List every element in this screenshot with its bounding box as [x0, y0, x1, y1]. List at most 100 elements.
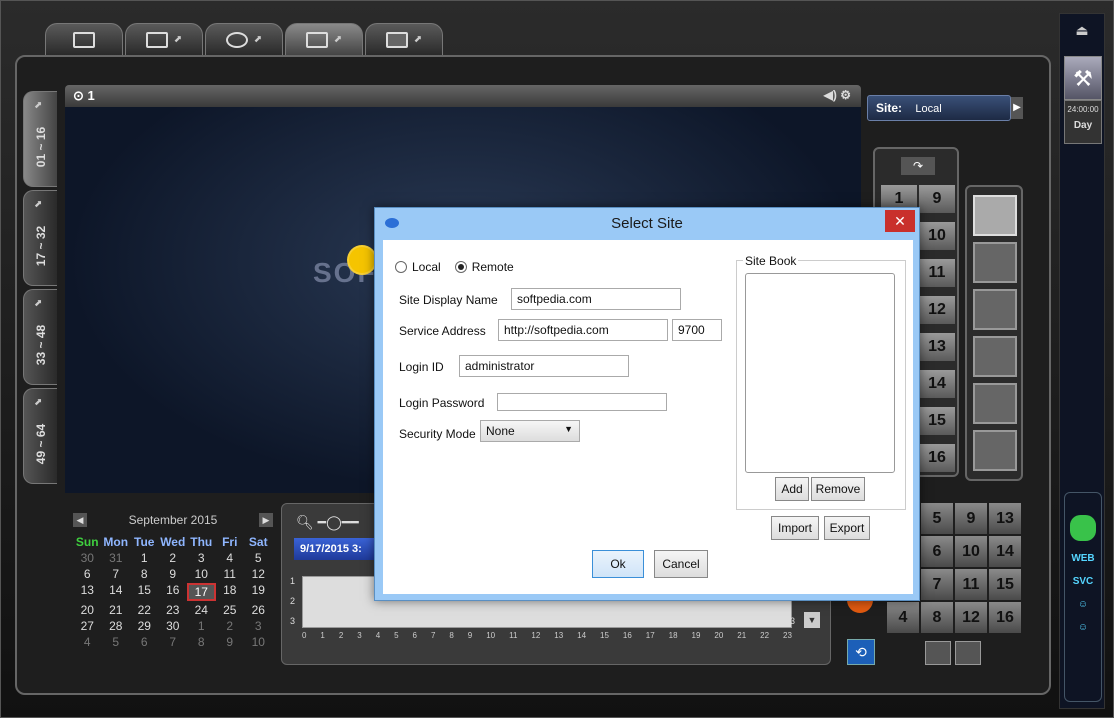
calendar-day[interactable]: 15: [130, 583, 159, 601]
sync-icon[interactable]: ⟲: [847, 639, 875, 665]
calendar-day[interactable]: 9: [159, 567, 188, 581]
side-tab-01-16[interactable]: ⬈ 01 ~ 16: [23, 91, 57, 187]
calendar-day[interactable]: 11: [216, 567, 245, 581]
layout-1plus5-button[interactable]: [973, 336, 1017, 377]
channel-button[interactable]: 9: [919, 185, 955, 213]
channel-grid-button[interactable]: 8: [921, 602, 953, 633]
calendar-day[interactable]: 29: [130, 619, 159, 633]
calendar-day[interactable]: 18: [216, 583, 245, 601]
login-password-input[interactable]: [497, 393, 667, 411]
calendar-day[interactable]: 20: [73, 603, 102, 617]
calendar-day[interactable]: 30: [159, 619, 188, 633]
calendar-day[interactable]: 7: [102, 567, 131, 581]
layout-3x3-button[interactable]: [973, 289, 1017, 330]
layout-1plus12-button[interactable]: [973, 383, 1017, 424]
next-month-button[interactable]: ▶: [258, 513, 273, 527]
channel-button[interactable]: 16: [919, 444, 955, 472]
channel-grid-button[interactable]: 7: [921, 569, 953, 600]
tab-ptz[interactable]: ⬈: [205, 23, 283, 55]
channel-grid-button[interactable]: 6: [921, 536, 953, 567]
layout-4x4-button[interactable]: [973, 430, 1017, 471]
cancel-button[interactable]: Cancel: [654, 550, 708, 578]
side-tab-49-64[interactable]: ⬈ 49 ~ 64: [23, 388, 57, 484]
calendar-day[interactable]: 22: [130, 603, 159, 617]
ok-button[interactable]: Ok: [592, 550, 644, 578]
channel-grid-button[interactable]: 13: [989, 503, 1021, 534]
web-icon[interactable]: WEB: [1071, 553, 1094, 564]
tab-live[interactable]: [45, 23, 123, 55]
calendar-day[interactable]: 4: [73, 635, 102, 649]
channel-grid-button[interactable]: 10: [955, 536, 987, 567]
calendar-day[interactable]: 6: [73, 567, 102, 581]
calendar-day[interactable]: 12: [244, 567, 273, 581]
channel-button[interactable]: 14: [919, 370, 955, 398]
calendar-day[interactable]: 28: [102, 619, 131, 633]
calendar-day[interactable]: 9: [216, 635, 245, 649]
audio-icon[interactable]: ◀) ⚙: [824, 88, 851, 102]
calendar-day[interactable]: 13: [73, 583, 102, 601]
calendar-day[interactable]: 4: [216, 551, 245, 565]
service-address-input[interactable]: [498, 319, 668, 341]
channel-grid-button[interactable]: 15: [989, 569, 1021, 600]
calendar-day[interactable]: 10: [244, 635, 273, 649]
site-bar[interactable]: Site: Local: [867, 95, 1011, 121]
channel-button[interactable]: 11: [919, 259, 955, 287]
tab-window[interactable]: ⬈: [365, 23, 443, 55]
channel-grid-button[interactable]: 11: [955, 569, 987, 600]
calendar-day[interactable]: 14: [102, 583, 131, 601]
calendar-day[interactable]: 7: [159, 635, 188, 649]
add-button[interactable]: Add: [775, 477, 809, 501]
calendar-day[interactable]: 1: [187, 619, 216, 633]
channel-button[interactable]: 12: [919, 296, 955, 324]
calendar-day[interactable]: 3: [187, 551, 216, 565]
calendar-day[interactable]: 26: [244, 603, 273, 617]
site-book-list[interactable]: [745, 273, 895, 473]
mini-layout-button[interactable]: [955, 641, 981, 665]
channel-grid-button[interactable]: 12: [955, 602, 987, 633]
login-id-input[interactable]: [459, 355, 629, 377]
channel-grid-button[interactable]: 4: [887, 602, 919, 633]
calendar-day[interactable]: 6: [130, 635, 159, 649]
channel-grid-button[interactable]: 16: [989, 602, 1021, 633]
calendar-day[interactable]: 5: [102, 635, 131, 649]
calendar-day[interactable]: 5: [244, 551, 273, 565]
user-disabled-icon[interactable]: ☺: [1078, 622, 1088, 633]
prev-month-button[interactable]: ◀: [73, 513, 87, 527]
calendar-day[interactable]: 2: [159, 551, 188, 565]
calendar-day[interactable]: 17: [187, 583, 216, 601]
database-icon[interactable]: [1070, 515, 1096, 541]
site-display-name-input[interactable]: [511, 288, 681, 310]
channel-grid-button[interactable]: 5: [921, 503, 953, 534]
day-mode-button[interactable]: 24:00:00 Day: [1064, 100, 1102, 144]
radio-remote[interactable]: Remote: [454, 260, 514, 274]
layout-1x1-button[interactable]: [973, 195, 1017, 236]
calendar-day[interactable]: 8: [130, 567, 159, 581]
side-tab-17-32[interactable]: ⬈ 17 ~ 32: [23, 190, 57, 286]
calendar-day[interactable]: 30: [73, 551, 102, 565]
calendar-day[interactable]: 8: [187, 635, 216, 649]
calendar-day[interactable]: 10: [187, 567, 216, 581]
eject-icon[interactable]: ⏏: [1064, 22, 1100, 42]
calendar-day[interactable]: 2: [216, 619, 245, 633]
calendar-day[interactable]: 31: [102, 551, 131, 565]
calendar-day[interactable]: 16: [159, 583, 188, 601]
import-button[interactable]: Import: [771, 516, 819, 540]
site-arrow-button[interactable]: ▶: [1011, 97, 1023, 119]
channel-button[interactable]: 13: [919, 333, 955, 361]
security-mode-select[interactable]: None ▼: [480, 420, 580, 442]
svc-icon[interactable]: SVC: [1073, 576, 1094, 587]
calendar-day[interactable]: 1: [130, 551, 159, 565]
calendar-day[interactable]: 21: [102, 603, 131, 617]
calendar-day[interactable]: 24: [187, 603, 216, 617]
layout-2x2-button[interactable]: [973, 242, 1017, 283]
calendar-day[interactable]: 19: [244, 583, 273, 601]
user-icon[interactable]: ☺: [1078, 599, 1088, 610]
radio-local[interactable]: Local: [395, 260, 441, 274]
port-input[interactable]: [672, 319, 722, 341]
calendar-day[interactable]: 27: [73, 619, 102, 633]
refresh-icon[interactable]: ↷: [901, 157, 935, 175]
side-tab-33-48[interactable]: ⬈ 33 ~ 48: [23, 289, 57, 385]
tab-cameras[interactable]: ⬈: [125, 23, 203, 55]
tab-layout[interactable]: ⬈: [285, 23, 363, 55]
mini-layout-button[interactable]: [925, 641, 951, 665]
